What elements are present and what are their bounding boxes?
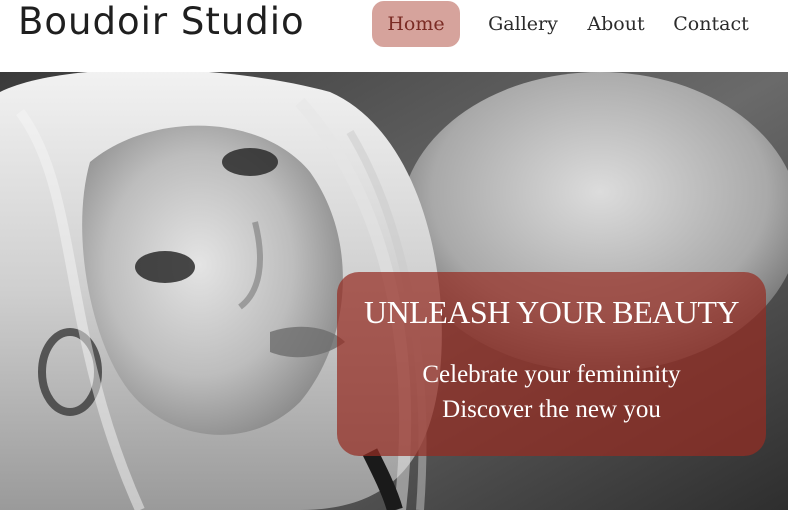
hero-subtitle-line-2: Discover the new you: [442, 396, 661, 423]
main-nav: Home Gallery About Contact: [0, 0, 788, 72]
hero-subtitle-line-1: Celebrate your femininity: [422, 361, 681, 388]
nav-about[interactable]: About: [582, 1, 650, 47]
hero-banner: UNLEASH YOUR BEAUTY Celebrate your femin…: [0, 72, 788, 510]
nav-home[interactable]: Home: [372, 1, 460, 47]
hero-cta-box: UNLEASH YOUR BEAUTY Celebrate your femin…: [337, 272, 766, 456]
nav-gallery[interactable]: Gallery: [480, 1, 566, 47]
nav-contact[interactable]: Contact: [668, 1, 754, 47]
site-header: Boudoir Studio Home Gallery About Contac…: [0, 0, 788, 72]
hero-title: UNLEASH YOUR BEAUTY: [363, 294, 740, 330]
